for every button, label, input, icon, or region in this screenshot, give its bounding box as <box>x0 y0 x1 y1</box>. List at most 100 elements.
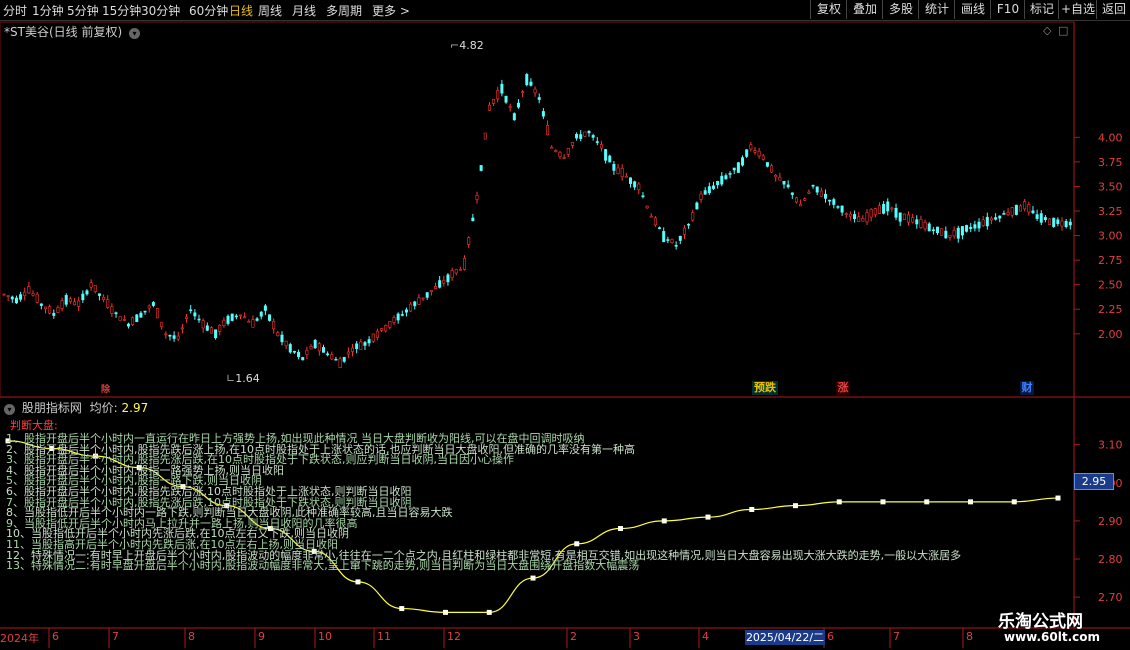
indicator-grid: 2.702.802.903.003.10 <box>1074 439 1123 604</box>
period-tab-1[interactable]: 1分钟 <box>32 2 64 19</box>
candle-body <box>761 155 765 160</box>
year-label: 2024年 <box>0 632 39 645</box>
candle-body <box>388 321 392 328</box>
candle-body <box>197 318 201 321</box>
candle-body <box>487 104 491 111</box>
candle-body <box>583 131 587 137</box>
period-tab-3[interactable]: 15分钟 <box>102 2 141 19</box>
indicator-title-row: ▾ 股朋指标网 均价: 2.97 <box>4 399 148 416</box>
ex-rights-marker[interactable]: 除 <box>101 383 110 397</box>
candle-body <box>857 216 861 222</box>
candle-body <box>516 102 520 108</box>
current-indicator-value: 2.95 <box>1074 473 1114 490</box>
tool-button-2[interactable]: 多股 <box>882 0 919 19</box>
candle-body <box>268 314 272 321</box>
month-label: 8 <box>188 630 195 643</box>
candle-body <box>429 290 433 293</box>
tool-button-5[interactable]: F10 <box>990 0 1025 19</box>
candle-body <box>292 351 296 353</box>
candle-body <box>471 217 475 222</box>
indicator-point <box>355 579 361 585</box>
candle-body <box>799 203 803 207</box>
candle-body <box>301 357 305 361</box>
candle-body <box>948 234 952 238</box>
candle-body <box>151 302 155 306</box>
candle-body <box>467 237 471 245</box>
month-label: 8 <box>966 630 973 643</box>
candle-body <box>732 167 736 171</box>
period-tab-10[interactable]: 更多 > <box>372 2 410 19</box>
candle-body <box>554 150 558 152</box>
event-badge-rise[interactable]: 涨 <box>836 381 850 395</box>
month-label: 7 <box>112 630 119 643</box>
candle-body <box>521 91 525 94</box>
candle-body <box>985 216 989 227</box>
event-badge-pre-loss[interactable]: 预跌 <box>752 381 778 395</box>
candle-body <box>438 280 442 288</box>
period-tab-5[interactable]: 60分钟 <box>189 2 228 19</box>
period-tab-0[interactable]: 分时 <box>3 2 27 19</box>
tool-button-6[interactable]: 标记 <box>1024 0 1059 19</box>
candle-body <box>458 268 462 271</box>
candle-body <box>31 293 35 296</box>
candle-body <box>1035 214 1039 219</box>
candle-body <box>836 206 840 208</box>
tool-button-0[interactable]: 复权 <box>810 0 847 19</box>
tool-button-1[interactable]: 叠加 <box>846 0 883 19</box>
candle-body <box>633 181 637 188</box>
candle-body <box>222 319 226 326</box>
candle-body <box>604 149 608 161</box>
candle-body <box>375 330 379 339</box>
event-badge-finance[interactable]: 财 <box>1020 381 1034 395</box>
candle-body <box>425 292 429 298</box>
candle-body <box>853 214 857 220</box>
watermark-url: www.60lt.com <box>1004 630 1101 644</box>
candle-body <box>230 313 234 321</box>
tool-button-7[interactable]: +自选 <box>1058 0 1097 19</box>
candle-body <box>114 312 118 315</box>
candle-body <box>927 223 931 232</box>
candle-body <box>757 150 761 157</box>
high-price-label: ⌐4.82 <box>450 39 484 52</box>
tool-button-8[interactable]: 返回 <box>1096 0 1130 19</box>
candle-body <box>882 204 886 214</box>
candle-body <box>288 344 292 353</box>
candle-body <box>1014 204 1018 215</box>
candle-body <box>695 202 699 210</box>
period-tab-4[interactable]: 30分钟 <box>141 2 180 19</box>
indicator-point <box>968 499 973 505</box>
period-tab-2[interactable]: 5分钟 <box>67 2 99 19</box>
candle-body <box>442 279 446 284</box>
period-tab-7[interactable]: 周线 <box>258 2 282 19</box>
period-tab-8[interactable]: 月线 <box>292 2 316 19</box>
candle-body <box>400 314 404 316</box>
month-label: 7 <box>893 630 900 643</box>
y-tick-label: 3.25 <box>1098 205 1123 218</box>
tool-button-4[interactable]: 画线 <box>954 0 991 19</box>
indicator-point <box>399 606 405 612</box>
diamond-icon[interactable]: ◇ <box>1043 24 1052 37</box>
candle-body <box>778 177 782 181</box>
square-icon[interactable]: □ <box>1058 24 1068 37</box>
tool-button-3[interactable]: 统计 <box>918 0 955 19</box>
period-tab-6[interactable]: 日线 <box>229 2 253 19</box>
candle-body <box>263 305 267 311</box>
candle-body <box>537 97 541 100</box>
candle-body <box>550 146 554 149</box>
candle-body <box>599 144 603 149</box>
period-tab-9[interactable]: 多周期 <box>326 2 362 19</box>
price-grid: 2.00 2.25 2.50 2.75 3.00 3.25 3.50 3.75 4.00 <box>1074 131 1123 341</box>
candle-body <box>23 291 27 297</box>
candle-body <box>147 305 151 309</box>
candle-body <box>396 313 400 321</box>
indicator-point <box>574 541 580 547</box>
candle-body <box>168 334 172 337</box>
candle-body <box>160 321 164 328</box>
candle-body <box>678 235 682 241</box>
indicator-point <box>661 518 667 524</box>
candle-body <box>770 165 774 173</box>
y-tick-label: 4.00 <box>1098 131 1123 144</box>
y-tick-label: 3.75 <box>1098 156 1123 169</box>
gear-icon[interactable]: ▾ <box>4 404 15 415</box>
chevron-down-icon[interactable]: ▾ <box>128 28 140 39</box>
